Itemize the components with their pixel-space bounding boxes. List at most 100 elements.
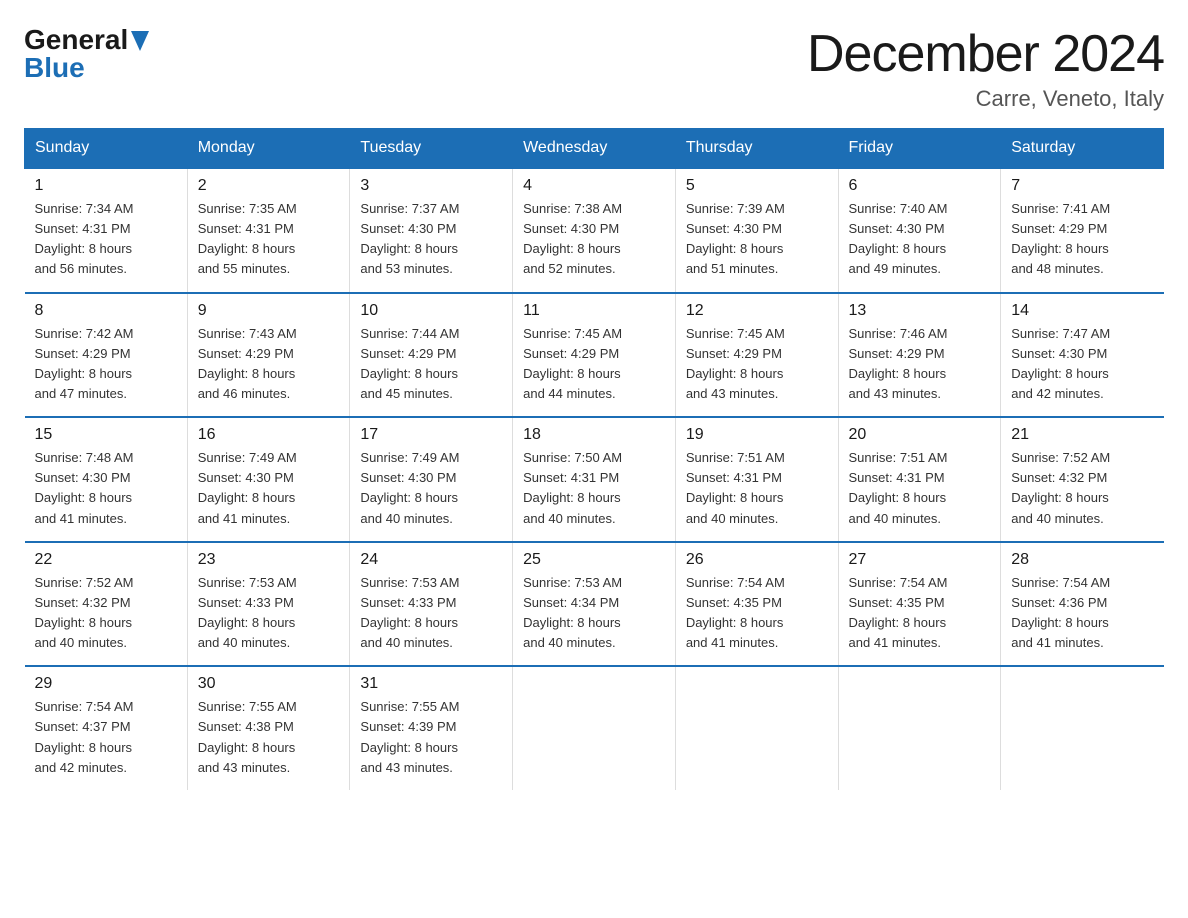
col-sunday: Sunday bbox=[25, 129, 188, 169]
table-cell bbox=[675, 666, 838, 790]
table-cell: 13 Sunrise: 7:46 AM Sunset: 4:29 PM Dayl… bbox=[838, 293, 1001, 418]
day-info: Sunrise: 7:53 AM Sunset: 4:34 PM Dayligh… bbox=[523, 573, 665, 654]
day-info: Sunrise: 7:38 AM Sunset: 4:30 PM Dayligh… bbox=[523, 199, 665, 280]
day-info: Sunrise: 7:46 AM Sunset: 4:29 PM Dayligh… bbox=[849, 324, 991, 405]
day-number: 27 bbox=[849, 551, 991, 569]
table-cell: 9 Sunrise: 7:43 AM Sunset: 4:29 PM Dayli… bbox=[187, 293, 350, 418]
table-cell bbox=[513, 666, 676, 790]
col-thursday: Thursday bbox=[675, 129, 838, 169]
day-info: Sunrise: 7:52 AM Sunset: 4:32 PM Dayligh… bbox=[35, 573, 177, 654]
day-number: 16 bbox=[198, 426, 340, 444]
day-number: 28 bbox=[1011, 551, 1153, 569]
table-cell: 30 Sunrise: 7:55 AM Sunset: 4:38 PM Dayl… bbox=[187, 666, 350, 790]
logo-triangle-icon bbox=[131, 26, 149, 58]
day-number: 26 bbox=[686, 551, 828, 569]
day-info: Sunrise: 7:34 AM Sunset: 4:31 PM Dayligh… bbox=[35, 199, 177, 280]
col-tuesday: Tuesday bbox=[350, 129, 513, 169]
col-monday: Monday bbox=[187, 129, 350, 169]
day-info: Sunrise: 7:53 AM Sunset: 4:33 PM Dayligh… bbox=[360, 573, 502, 654]
day-number: 5 bbox=[686, 177, 828, 195]
table-cell: 8 Sunrise: 7:42 AM Sunset: 4:29 PM Dayli… bbox=[25, 293, 188, 418]
day-info: Sunrise: 7:53 AM Sunset: 4:33 PM Dayligh… bbox=[198, 573, 340, 654]
day-number: 10 bbox=[360, 302, 502, 320]
day-number: 22 bbox=[35, 551, 177, 569]
table-cell: 4 Sunrise: 7:38 AM Sunset: 4:30 PM Dayli… bbox=[513, 168, 676, 293]
table-row: 8 Sunrise: 7:42 AM Sunset: 4:29 PM Dayli… bbox=[25, 293, 1164, 418]
table-cell: 20 Sunrise: 7:51 AM Sunset: 4:31 PM Dayl… bbox=[838, 417, 1001, 542]
day-info: Sunrise: 7:39 AM Sunset: 4:30 PM Dayligh… bbox=[686, 199, 828, 280]
day-number: 20 bbox=[849, 426, 991, 444]
day-info: Sunrise: 7:51 AM Sunset: 4:31 PM Dayligh… bbox=[849, 448, 991, 529]
day-number: 8 bbox=[35, 302, 177, 320]
table-cell: 23 Sunrise: 7:53 AM Sunset: 4:33 PM Dayl… bbox=[187, 542, 350, 667]
day-number: 9 bbox=[198, 302, 340, 320]
table-cell: 11 Sunrise: 7:45 AM Sunset: 4:29 PM Dayl… bbox=[513, 293, 676, 418]
day-info: Sunrise: 7:43 AM Sunset: 4:29 PM Dayligh… bbox=[198, 324, 340, 405]
calendar-table: Sunday Monday Tuesday Wednesday Thursday… bbox=[24, 128, 1164, 790]
table-cell: 5 Sunrise: 7:39 AM Sunset: 4:30 PM Dayli… bbox=[675, 168, 838, 293]
col-saturday: Saturday bbox=[1001, 129, 1164, 169]
day-number: 19 bbox=[686, 426, 828, 444]
table-cell bbox=[838, 666, 1001, 790]
day-info: Sunrise: 7:55 AM Sunset: 4:39 PM Dayligh… bbox=[360, 697, 502, 778]
day-number: 11 bbox=[523, 302, 665, 320]
day-info: Sunrise: 7:48 AM Sunset: 4:30 PM Dayligh… bbox=[35, 448, 177, 529]
table-cell: 31 Sunrise: 7:55 AM Sunset: 4:39 PM Dayl… bbox=[350, 666, 513, 790]
table-cell: 15 Sunrise: 7:48 AM Sunset: 4:30 PM Dayl… bbox=[25, 417, 188, 542]
day-info: Sunrise: 7:41 AM Sunset: 4:29 PM Dayligh… bbox=[1011, 199, 1153, 280]
table-row: 15 Sunrise: 7:48 AM Sunset: 4:30 PM Dayl… bbox=[25, 417, 1164, 542]
table-cell: 29 Sunrise: 7:54 AM Sunset: 4:37 PM Dayl… bbox=[25, 666, 188, 790]
day-number: 6 bbox=[849, 177, 991, 195]
day-number: 1 bbox=[35, 177, 177, 195]
day-number: 17 bbox=[360, 426, 502, 444]
table-cell: 18 Sunrise: 7:50 AM Sunset: 4:31 PM Dayl… bbox=[513, 417, 676, 542]
table-cell bbox=[1001, 666, 1164, 790]
day-number: 13 bbox=[849, 302, 991, 320]
table-cell: 27 Sunrise: 7:54 AM Sunset: 4:35 PM Dayl… bbox=[838, 542, 1001, 667]
table-row: 22 Sunrise: 7:52 AM Sunset: 4:32 PM Dayl… bbox=[25, 542, 1164, 667]
day-info: Sunrise: 7:54 AM Sunset: 4:36 PM Dayligh… bbox=[1011, 573, 1153, 654]
logo: General Blue bbox=[24, 24, 149, 84]
day-info: Sunrise: 7:37 AM Sunset: 4:30 PM Dayligh… bbox=[360, 199, 502, 280]
table-cell: 28 Sunrise: 7:54 AM Sunset: 4:36 PM Dayl… bbox=[1001, 542, 1164, 667]
table-cell: 10 Sunrise: 7:44 AM Sunset: 4:29 PM Dayl… bbox=[350, 293, 513, 418]
day-info: Sunrise: 7:45 AM Sunset: 4:29 PM Dayligh… bbox=[686, 324, 828, 405]
day-info: Sunrise: 7:44 AM Sunset: 4:29 PM Dayligh… bbox=[360, 324, 502, 405]
table-cell: 2 Sunrise: 7:35 AM Sunset: 4:31 PM Dayli… bbox=[187, 168, 350, 293]
day-number: 29 bbox=[35, 675, 177, 693]
table-cell: 17 Sunrise: 7:49 AM Sunset: 4:30 PM Dayl… bbox=[350, 417, 513, 542]
table-cell: 21 Sunrise: 7:52 AM Sunset: 4:32 PM Dayl… bbox=[1001, 417, 1164, 542]
location-subtitle: Carre, Veneto, Italy bbox=[807, 86, 1164, 112]
day-info: Sunrise: 7:51 AM Sunset: 4:31 PM Dayligh… bbox=[686, 448, 828, 529]
calendar-header: Sunday Monday Tuesday Wednesday Thursday… bbox=[25, 129, 1164, 169]
table-cell: 25 Sunrise: 7:53 AM Sunset: 4:34 PM Dayl… bbox=[513, 542, 676, 667]
day-info: Sunrise: 7:54 AM Sunset: 4:37 PM Dayligh… bbox=[35, 697, 177, 778]
table-cell: 14 Sunrise: 7:47 AM Sunset: 4:30 PM Dayl… bbox=[1001, 293, 1164, 418]
day-info: Sunrise: 7:54 AM Sunset: 4:35 PM Dayligh… bbox=[849, 573, 991, 654]
day-info: Sunrise: 7:52 AM Sunset: 4:32 PM Dayligh… bbox=[1011, 448, 1153, 529]
day-number: 12 bbox=[686, 302, 828, 320]
table-cell: 3 Sunrise: 7:37 AM Sunset: 4:30 PM Dayli… bbox=[350, 168, 513, 293]
day-number: 2 bbox=[198, 177, 340, 195]
day-info: Sunrise: 7:45 AM Sunset: 4:29 PM Dayligh… bbox=[523, 324, 665, 405]
table-cell: 22 Sunrise: 7:52 AM Sunset: 4:32 PM Dayl… bbox=[25, 542, 188, 667]
table-cell: 16 Sunrise: 7:49 AM Sunset: 4:30 PM Dayl… bbox=[187, 417, 350, 542]
table-row: 29 Sunrise: 7:54 AM Sunset: 4:37 PM Dayl… bbox=[25, 666, 1164, 790]
day-number: 31 bbox=[360, 675, 502, 693]
table-cell: 7 Sunrise: 7:41 AM Sunset: 4:29 PM Dayli… bbox=[1001, 168, 1164, 293]
day-info: Sunrise: 7:40 AM Sunset: 4:30 PM Dayligh… bbox=[849, 199, 991, 280]
table-cell: 12 Sunrise: 7:45 AM Sunset: 4:29 PM Dayl… bbox=[675, 293, 838, 418]
day-number: 21 bbox=[1011, 426, 1153, 444]
table-cell: 1 Sunrise: 7:34 AM Sunset: 4:31 PM Dayli… bbox=[25, 168, 188, 293]
page-header: General Blue December 2024 Carre, Veneto… bbox=[24, 24, 1164, 112]
day-number: 14 bbox=[1011, 302, 1153, 320]
day-number: 15 bbox=[35, 426, 177, 444]
day-number: 24 bbox=[360, 551, 502, 569]
day-info: Sunrise: 7:35 AM Sunset: 4:31 PM Dayligh… bbox=[198, 199, 340, 280]
day-info: Sunrise: 7:47 AM Sunset: 4:30 PM Dayligh… bbox=[1011, 324, 1153, 405]
table-cell: 24 Sunrise: 7:53 AM Sunset: 4:33 PM Dayl… bbox=[350, 542, 513, 667]
day-number: 23 bbox=[198, 551, 340, 569]
table-cell: 26 Sunrise: 7:54 AM Sunset: 4:35 PM Dayl… bbox=[675, 542, 838, 667]
day-info: Sunrise: 7:50 AM Sunset: 4:31 PM Dayligh… bbox=[523, 448, 665, 529]
day-number: 25 bbox=[523, 551, 665, 569]
